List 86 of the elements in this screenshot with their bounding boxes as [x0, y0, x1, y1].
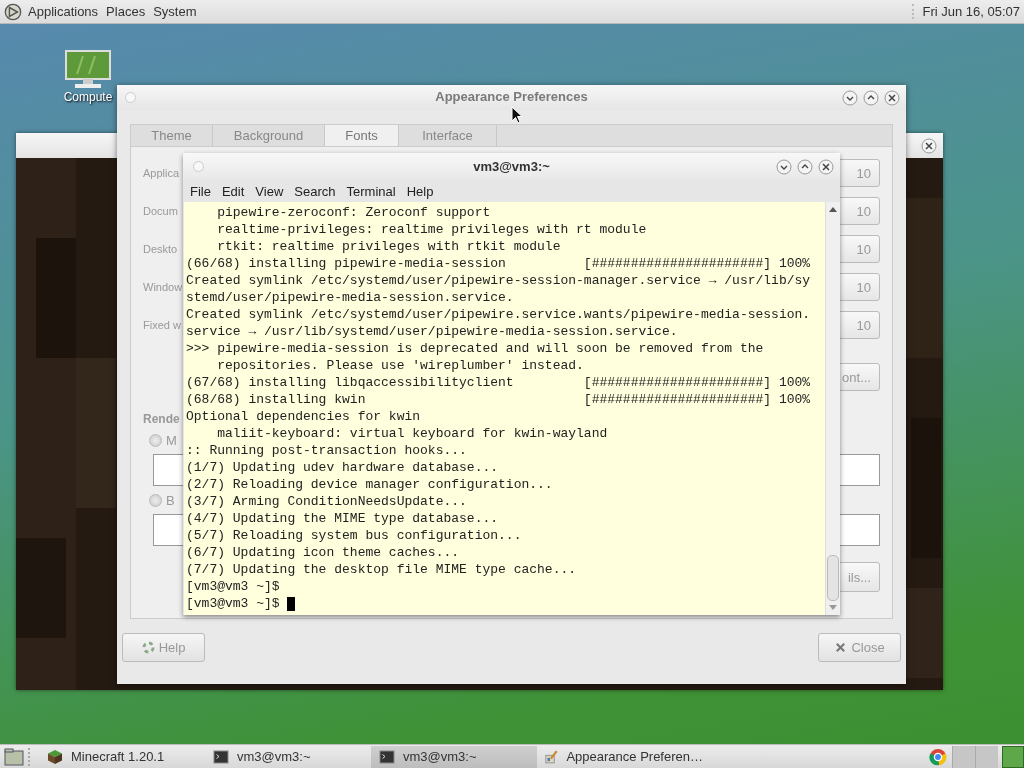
close-icon[interactable] — [921, 137, 937, 154]
terminal-line: Created symlink /etc/systemd/user/pipewire.service.wants/pipewire-media-session. — [186, 306, 811, 323]
font-button[interactable]: 10 — [838, 273, 880, 301]
font-label: Applica — [143, 167, 180, 179]
radio-label[interactable]: M — [166, 432, 177, 448]
terminal-line: realtime-privileges: realtime privileges with rt module — [216, 221, 647, 238]
terminal-line: maliit-keyboard: virtual keyboard for kwin-wayland — [216, 425, 608, 442]
computer-icon[interactable] — [65, 50, 111, 90]
terminal-line: [vm3@vm3 ~]$ — [186, 578, 280, 595]
terminal-line: repositories. Please use 'wireplumber' instead. — [216, 357, 584, 374]
font-label: Deskto — [143, 243, 178, 255]
window-title: vm3@vm3:~ — [472, 158, 551, 175]
radio-button[interactable] — [149, 433, 162, 447]
close-icon[interactable] — [884, 89, 900, 106]
menu-item[interactable]: Edit — [221, 183, 245, 199]
terminal-line: (7/7) Updating the desktop file MIME type cache... — [186, 561, 577, 578]
terminal-line: (67/68) installing libqaccessibilityclient [######################] 100% — [186, 374, 811, 391]
terminal-line: :: Running post-transaction hooks... — [186, 442, 467, 459]
terminal-line: (6/7) Updating icon theme caches... — [186, 544, 460, 561]
menu-item[interactable]: File — [190, 183, 211, 199]
menu-item[interactable]: Help — [406, 183, 434, 199]
workspace-switcher[interactable] — [952, 745, 975, 768]
scroll-down-icon[interactable] — [829, 605, 837, 611]
browser-icon[interactable] — [928, 747, 948, 766]
minimize-icon[interactable] — [776, 158, 792, 175]
radio-label[interactable]: B — [166, 492, 175, 508]
menu-item[interactable]: Terminal — [346, 183, 396, 199]
terminal-line: (4/7) Updating the MIME type database... — [186, 510, 499, 527]
cursor-icon — [511, 106, 523, 124]
window-title: Appearance Preferences — [434, 89, 589, 104]
terminal-icon — [379, 748, 395, 765]
terminal-line: service → /usr/lib/systemd/user/pipewire-media-session.service. — [186, 323, 678, 340]
terminal-line: Created symlink /etc/systemd/user/pipewire-session-manager.service → /usr/lib/sy — [186, 272, 811, 289]
close-icon — [834, 641, 848, 654]
font-button[interactable]: 10 — [838, 197, 880, 225]
terminal-line: (68/68) installing kwin [######################] 100% — [186, 391, 811, 408]
details-button[interactable]: ils... — [838, 562, 880, 592]
close-icon[interactable] — [818, 158, 834, 175]
paintbrush-icon — [545, 748, 559, 765]
terminal-icon — [213, 748, 229, 765]
close-button[interactable]: Close — [818, 633, 901, 662]
menu-item[interactable]: View — [255, 183, 284, 199]
terminal-line: Optional dependencies for kwin — [186, 408, 421, 425]
scroll-up-icon[interactable] — [829, 206, 837, 212]
font-label: Fixed w — [143, 319, 181, 331]
section-label: Rende — [143, 412, 180, 426]
maximize-icon[interactable] — [797, 158, 813, 175]
clock[interactable]: Fri Jun 16, 05:07 — [912, 4, 1020, 19]
workspace-switcher[interactable] — [975, 745, 998, 768]
maximize-icon[interactable] — [863, 89, 879, 106]
text-cursor — [287, 596, 296, 611]
scrollbar[interactable] — [825, 202, 840, 615]
desktop-icon-label[interactable]: Compute — [63, 90, 113, 104]
terminal-line: stemd/user/pipewire-media-session.service. — [186, 289, 514, 306]
font-button[interactable]: 10 — [838, 159, 880, 187]
logo-icon[interactable] — [4, 2, 22, 21]
terminal-line: (1/7) Updating udev hardware database... — [186, 459, 499, 476]
menu-item[interactable]: Search — [294, 183, 336, 199]
font-button[interactable]: 10 — [838, 235, 880, 263]
font-label: Window — [143, 281, 183, 293]
taskbar-item[interactable]: vm3@vm3:~ — [205, 745, 371, 768]
panel-menu[interactable]: Applications — [28, 4, 99, 19]
terminal-line: (5/7) Reloading system bus configuration... — [186, 527, 522, 544]
minimize-icon[interactable] — [842, 89, 858, 106]
taskbar-item[interactable]: Minecraft 1.20.1 — [39, 745, 205, 768]
taskbar-item[interactable]: Appearance Preferen… — [537, 745, 703, 768]
terminal-line: pipewire-zeroconf: Zeroconf support — [216, 204, 491, 221]
font-button[interactable]: ont... — [838, 363, 880, 391]
terminal-line: rtkit: realtime privileges with rtkit module — [216, 238, 561, 255]
terminal-line: (2/7) Reloading device manager configuration... — [186, 476, 553, 493]
taskbar-item[interactable]: vm3@vm3:~ — [371, 745, 537, 768]
terminal-line: >>> pipewire-media-session is deprecated and will soon be removed from the — [186, 340, 764, 357]
panel-menu[interactable]: System — [153, 4, 197, 19]
radio-button[interactable] — [149, 493, 162, 507]
terminal-line: (3/7) Arming ConditionNeedsUpdate... — [186, 493, 467, 510]
font-button[interactable]: 10 — [838, 311, 880, 339]
help-button[interactable]: Help — [122, 633, 205, 662]
terminal-line: [vm3@vm3 ~]$ — [186, 595, 281, 612]
lifebuoy-icon — [141, 641, 155, 654]
tab[interactable]: Fonts — [325, 125, 399, 146]
terminal-line: (66/68) installing pipewire-media-session [######################] 100% — [186, 255, 811, 272]
font-label: Docum — [143, 205, 178, 217]
workspace-switcher[interactable] — [1002, 745, 1024, 768]
panel-menu[interactable]: Places — [106, 4, 146, 19]
cube-icon — [47, 748, 63, 765]
scrollbar-thumb[interactable] — [827, 555, 839, 601]
